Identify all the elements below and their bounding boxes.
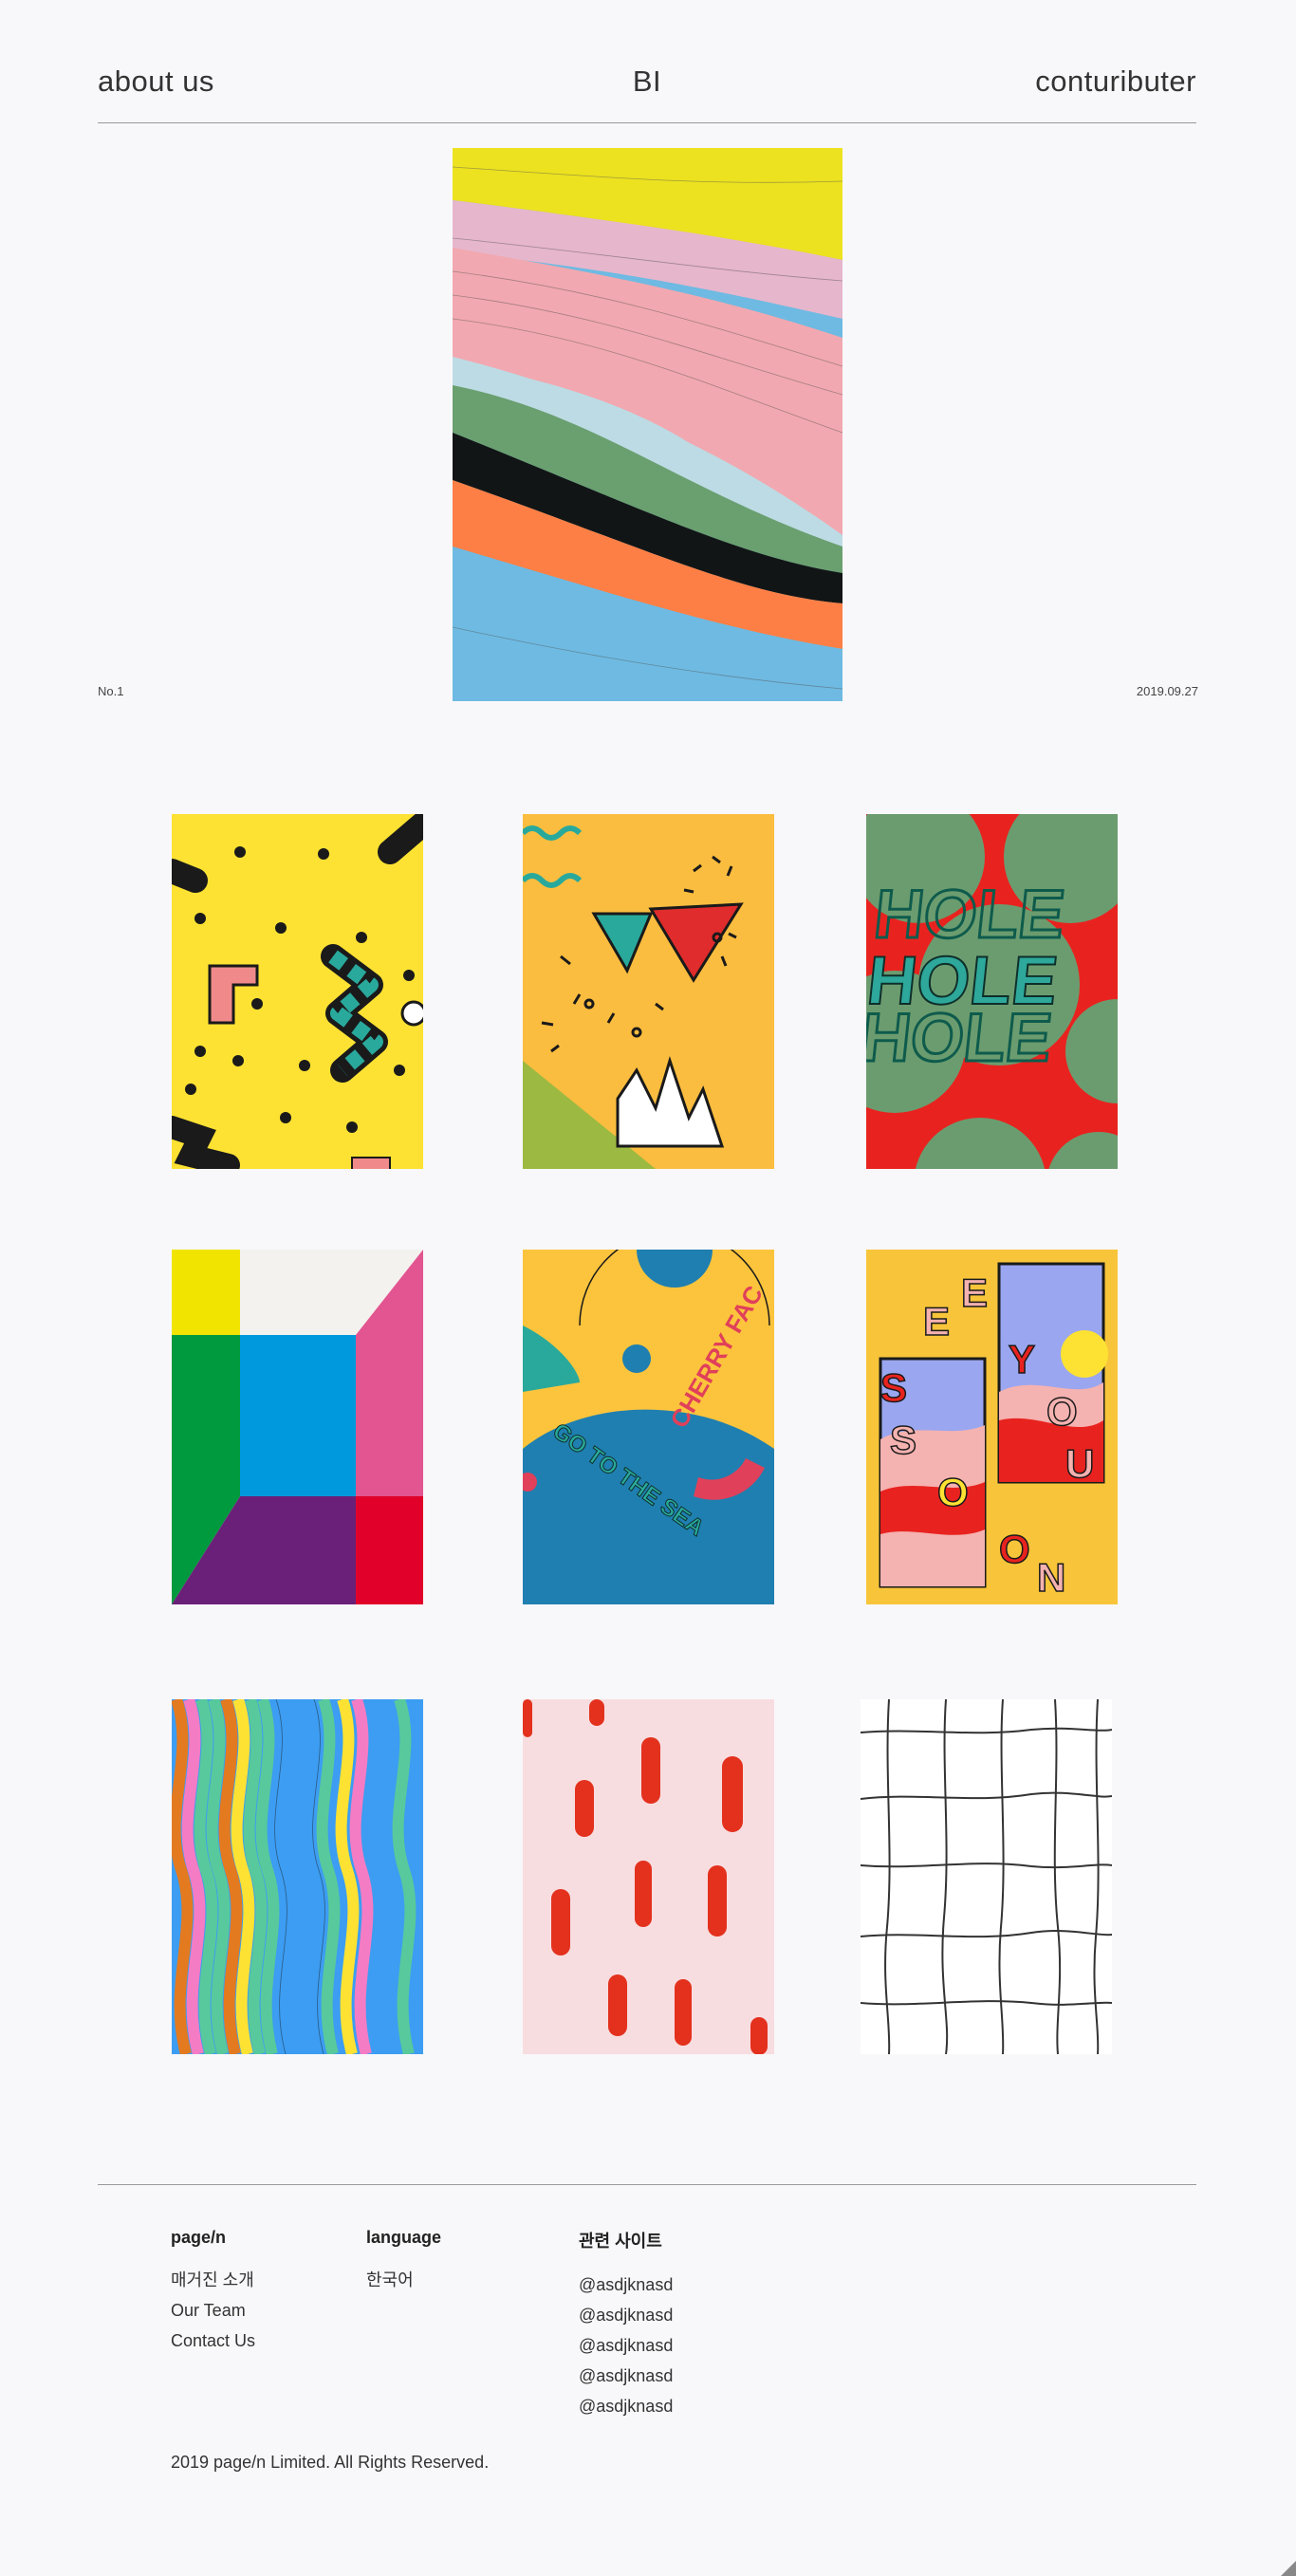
svg-text:O: O (999, 1527, 1030, 1571)
footer-link-related[interactable]: @asdjknasd (579, 2391, 673, 2421)
svg-text:U: U (1065, 1441, 1094, 1486)
footer-col-page: page/n 매거진 소개 Our Team Contact Us (171, 2228, 255, 2356)
gallery-item-see-you-soon[interactable]: S E E Y O U S O O N (866, 1250, 1118, 1604)
svg-text:O: O (937, 1470, 969, 1514)
svg-text:Y: Y (1009, 1337, 1035, 1381)
hole-text-bottom: HOLE (866, 1000, 1055, 1076)
footer-link-related[interactable]: @asdjknasd (579, 2361, 673, 2391)
resize-corner-icon (1281, 2561, 1296, 2576)
footer-divider (98, 2184, 1196, 2185)
svg-text:S: S (880, 1365, 907, 1410)
gallery-item-color-room[interactable] (172, 1250, 423, 1604)
svg-text:E: E (961, 1270, 988, 1315)
footer-link-magazine[interactable]: 매거진 소개 (171, 2265, 255, 2295)
logo-bi-link[interactable]: BI (98, 65, 1196, 99)
hero-cover-image[interactable] (453, 148, 842, 701)
footer-link-related[interactable]: @asdjknasd (579, 2330, 673, 2361)
issue-date: 2019.09.27 (1136, 684, 1198, 698)
gallery-item-wavy-stripes[interactable] (172, 1699, 423, 2054)
footer-heading-related: 관련 사이트 (579, 2232, 662, 2251)
copyright-text: 2019 page/n Limited. All Rights Reserved… (171, 2453, 490, 2472)
footer-heading-page: page/n (171, 2228, 227, 2247)
top-nav: about us BI contuributer (98, 65, 1196, 114)
gallery-item-memphis-yellow[interactable] (172, 814, 423, 1169)
gallery-item-hole[interactable]: HOLE HOLE HOLE (866, 814, 1118, 1169)
footer-col-related: 관련 사이트 @asdjknasd @asdjknasd @asdjknasd … (579, 2228, 673, 2421)
footer-link-related[interactable]: @asdjknasd (579, 2270, 673, 2300)
footer-link-korean[interactable]: 한국어 (366, 2265, 441, 2295)
gallery-item-orange-triangles[interactable] (523, 814, 774, 1169)
footer-link-our-team[interactable]: Our Team (171, 2295, 255, 2326)
header-divider (98, 122, 1196, 123)
gallery-item-go-to-the-sea[interactable]: CHERRY FAC GO TO THE SEA (523, 1250, 774, 1604)
gallery-item-red-brush[interactable] (523, 1699, 774, 2054)
svg-text:E: E (923, 1299, 950, 1344)
hole-text-top: HOLE (871, 877, 1068, 953)
svg-text:N: N (1037, 1555, 1065, 1600)
footer-link-related[interactable]: @asdjknasd (579, 2300, 673, 2330)
footer-link-contact[interactable]: Contact Us (171, 2326, 255, 2356)
issue-number: No.1 (98, 684, 124, 698)
footer-col-language: language 한국어 (366, 2228, 441, 2295)
gallery-item-hand-grid[interactable] (861, 1699, 1112, 2054)
svg-text:O: O (1046, 1389, 1078, 1434)
nav-contributor-link[interactable]: contuributer (1035, 65, 1196, 99)
footer-heading-language: language (366, 2228, 442, 2247)
svg-text:S: S (890, 1418, 916, 1462)
